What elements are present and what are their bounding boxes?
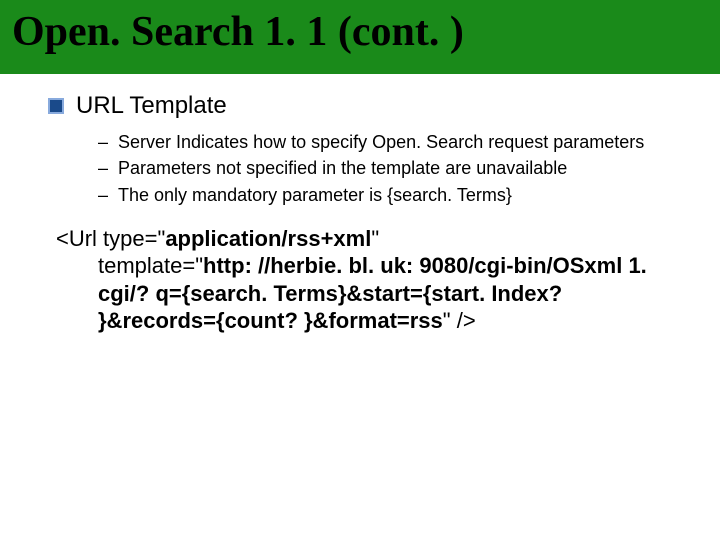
list-item-text: The only mandatory parameter is {search.… xyxy=(118,183,700,207)
slide-title: Open. Search 1. 1 (cont. ) xyxy=(12,8,708,56)
sub-list: – Server Indicates how to specify Open. … xyxy=(98,130,700,207)
bullet-icon xyxy=(48,98,64,114)
dash-icon: – xyxy=(98,183,108,207)
slide-header: Open. Search 1. 1 (cont. ) xyxy=(0,0,720,74)
code-text: template=" xyxy=(98,253,203,278)
section-title: URL Template xyxy=(76,92,227,120)
list-item-text: Parameters not specified in the template… xyxy=(118,156,700,180)
code-text: <Url type=" xyxy=(56,226,165,251)
code-text: " /> xyxy=(443,308,476,333)
list-item-text: Server Indicates how to specify Open. Se… xyxy=(118,130,700,154)
dash-icon: – xyxy=(98,130,108,154)
code-line: template="http: //herbie. bl. uk: 9080/c… xyxy=(98,252,670,335)
slide-content: URL Template – Server Indicates how to s… xyxy=(0,74,720,345)
code-line: <Url type="application/rss+xml" xyxy=(56,225,670,253)
code-text: " xyxy=(371,226,379,251)
code-example: <Url type="application/rss+xml" template… xyxy=(56,225,670,335)
list-item: – The only mandatory parameter is {searc… xyxy=(98,183,700,207)
list-item: – Server Indicates how to specify Open. … xyxy=(98,130,700,154)
list-item: – Parameters not specified in the templa… xyxy=(98,156,700,180)
code-bold: application/rss+xml xyxy=(165,226,371,251)
dash-icon: – xyxy=(98,156,108,180)
section-heading-row: URL Template xyxy=(48,92,700,120)
